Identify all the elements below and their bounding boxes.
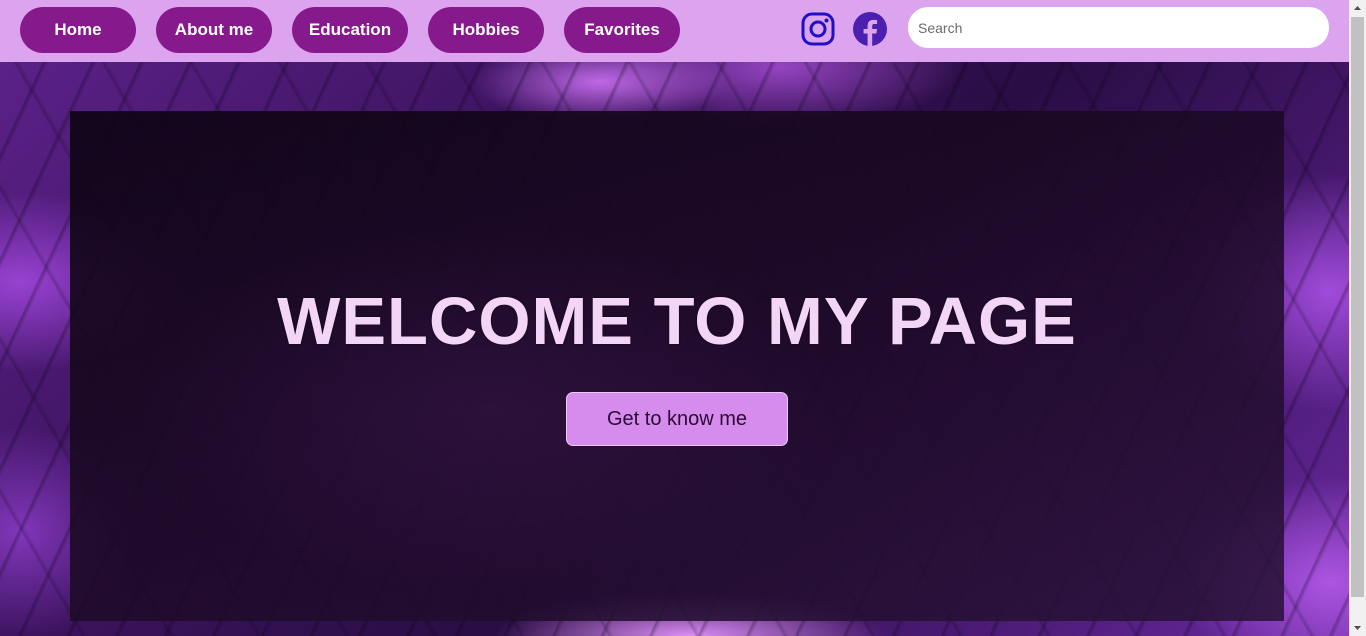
nav-favorites-button[interactable]: Favorites: [564, 7, 680, 53]
scroll-thumb[interactable]: [1351, 17, 1364, 597]
nav-hobbies-button[interactable]: Hobbies: [428, 7, 544, 53]
nav-home-button[interactable]: Home: [20, 7, 136, 53]
get-to-know-me-button[interactable]: Get to know me: [566, 392, 788, 446]
hero-title: WELCOME TO MY PAGE: [277, 284, 1077, 359]
instagram-icon[interactable]: [800, 11, 836, 47]
scroll-down-arrow-icon[interactable]: [1349, 619, 1366, 636]
nav-about-button[interactable]: About me: [156, 7, 272, 53]
hero-panel: WELCOME TO MY PAGE Get to know me: [70, 111, 1284, 621]
nav-education-button[interactable]: Education: [292, 7, 408, 53]
navbar: Home About me Education Hobbies Favorite…: [0, 0, 1349, 62]
search-input[interactable]: [908, 7, 1329, 48]
vertical-scrollbar[interactable]: [1349, 0, 1366, 636]
page: Home About me Education Hobbies Favorite…: [0, 0, 1349, 636]
scroll-up-arrow-icon[interactable]: [1349, 0, 1366, 17]
facebook-icon[interactable]: [852, 11, 888, 47]
